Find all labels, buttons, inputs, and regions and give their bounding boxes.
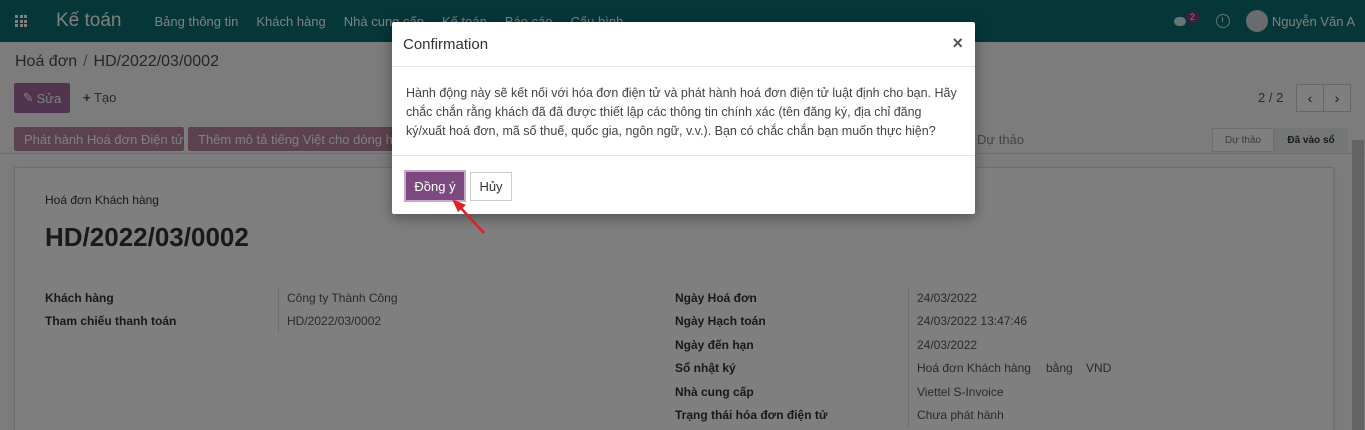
cancel-button[interactable]: Hủy <box>470 172 512 201</box>
confirmation-dialog: Confirmation × Hành động này sẽ kết nối … <box>392 22 975 214</box>
close-icon[interactable]: × <box>952 33 963 54</box>
dialog-title: Confirmation <box>403 36 489 53</box>
dialog-header: Confirmation × <box>392 22 975 67</box>
dialog-footer: Đồng ý Hủy <box>392 155 975 214</box>
dialog-message: Hành động này sẽ kết nối với hóa đơn điệ… <box>406 86 957 138</box>
confirm-button[interactable]: Đồng ý <box>404 170 466 202</box>
